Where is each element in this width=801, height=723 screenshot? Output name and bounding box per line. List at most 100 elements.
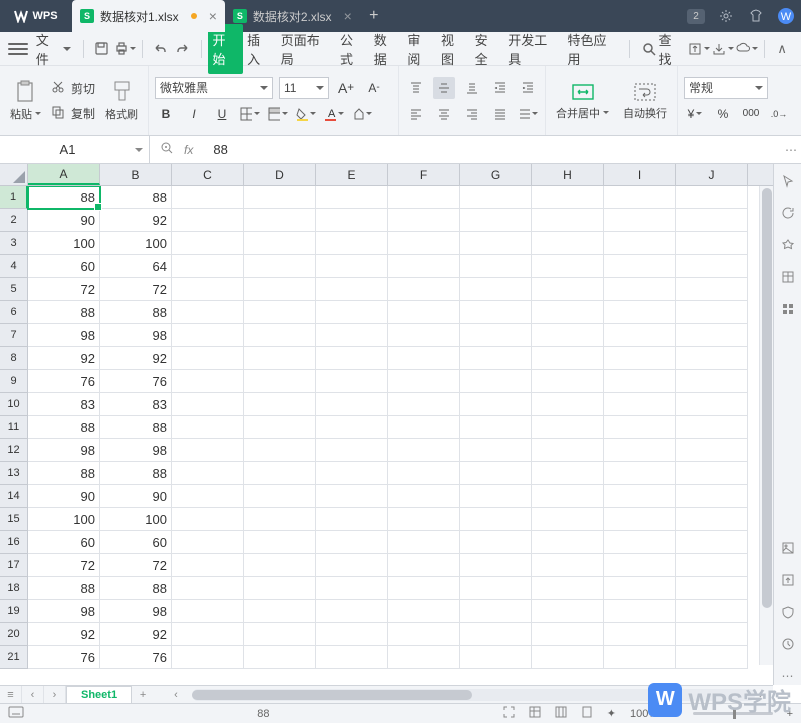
cell[interactable] — [604, 531, 676, 554]
badge-count[interactable]: 2 — [681, 0, 711, 32]
cell[interactable] — [316, 439, 388, 462]
cell[interactable] — [532, 278, 604, 301]
cell[interactable] — [388, 485, 460, 508]
cell[interactable]: 76 — [28, 646, 100, 669]
cell[interactable] — [244, 577, 316, 600]
zoom-slider[interactable] — [693, 712, 773, 715]
cell[interactable]: 100 — [100, 232, 172, 255]
column-header[interactable]: J — [676, 164, 748, 185]
more-icon[interactable]: ⋯ — [779, 667, 797, 685]
cell[interactable] — [172, 554, 244, 577]
cell[interactable] — [676, 646, 748, 669]
view-normal-icon[interactable] — [529, 706, 541, 721]
cell[interactable] — [532, 600, 604, 623]
column-header[interactable]: D — [244, 164, 316, 185]
fullscreen-icon[interactable] — [503, 706, 515, 721]
cell[interactable] — [532, 554, 604, 577]
cell[interactable] — [172, 485, 244, 508]
export-icon[interactable] — [712, 38, 734, 60]
cell[interactable]: 88 — [100, 462, 172, 485]
cell[interactable] — [172, 255, 244, 278]
cell[interactable] — [460, 623, 532, 646]
cell[interactable]: 98 — [100, 324, 172, 347]
cell[interactable] — [532, 324, 604, 347]
cell[interactable] — [316, 554, 388, 577]
cell[interactable] — [676, 554, 748, 577]
paste-button[interactable]: 粘贴 — [6, 80, 45, 122]
add-sheet-button[interactable]: + — [132, 686, 154, 703]
row-header[interactable]: 2 — [0, 209, 28, 232]
cell[interactable]: 90 — [100, 485, 172, 508]
min-ribbon-icon[interactable]: ∧ — [771, 38, 793, 60]
cell[interactable] — [316, 646, 388, 669]
currency-icon[interactable]: ¥ — [684, 103, 706, 125]
column-header[interactable]: C — [172, 164, 244, 185]
cell[interactable] — [676, 232, 748, 255]
cell[interactable] — [244, 623, 316, 646]
cell[interactable] — [172, 577, 244, 600]
cell[interactable]: 76 — [100, 370, 172, 393]
row-header[interactable]: 11 — [0, 416, 28, 439]
cell[interactable] — [676, 209, 748, 232]
tab-close-icon[interactable]: × — [344, 8, 352, 24]
cell[interactable] — [604, 232, 676, 255]
cell[interactable] — [388, 347, 460, 370]
row-header[interactable]: 19 — [0, 600, 28, 623]
cell[interactable] — [172, 347, 244, 370]
cell[interactable]: 76 — [28, 370, 100, 393]
cell[interactable] — [532, 209, 604, 232]
doc-tab-1[interactable]: S 数据核对1.xlsx × — [72, 0, 225, 32]
cell[interactable] — [316, 485, 388, 508]
cell[interactable] — [532, 232, 604, 255]
cell[interactable] — [676, 186, 748, 209]
cell[interactable] — [172, 186, 244, 209]
cell[interactable] — [604, 209, 676, 232]
column-header[interactable]: G — [460, 164, 532, 185]
cell[interactable] — [604, 485, 676, 508]
justify-icon[interactable] — [489, 103, 511, 125]
cell[interactable]: 88 — [28, 416, 100, 439]
cell[interactable]: 92 — [100, 623, 172, 646]
font-name-select[interactable]: 微软雅黑 — [155, 77, 273, 99]
cell[interactable] — [244, 554, 316, 577]
cell[interactable] — [676, 508, 748, 531]
cell[interactable] — [532, 255, 604, 278]
cell[interactable] — [604, 508, 676, 531]
cell[interactable] — [604, 255, 676, 278]
cell[interactable] — [316, 255, 388, 278]
cell[interactable] — [316, 209, 388, 232]
cell[interactable]: 92 — [28, 347, 100, 370]
cell[interactable] — [676, 255, 748, 278]
cell[interactable] — [388, 278, 460, 301]
redo-icon[interactable] — [173, 38, 195, 60]
cell[interactable] — [244, 439, 316, 462]
cell[interactable] — [172, 232, 244, 255]
cell[interactable] — [244, 508, 316, 531]
cell[interactable]: 88 — [100, 186, 172, 209]
horizontal-scrollbar[interactable] — [192, 689, 755, 701]
column-header[interactable]: I — [604, 164, 676, 185]
zoom-icon[interactable] — [160, 141, 174, 158]
search-button[interactable]: 查找 — [642, 30, 685, 68]
cell[interactable] — [316, 232, 388, 255]
cell[interactable] — [604, 462, 676, 485]
cell[interactable] — [460, 370, 532, 393]
cell[interactable] — [244, 324, 316, 347]
shield-icon[interactable] — [779, 603, 797, 621]
tab-close-icon[interactable]: × — [209, 8, 217, 24]
cell[interactable] — [676, 347, 748, 370]
cell[interactable] — [244, 278, 316, 301]
cell[interactable]: 72 — [100, 278, 172, 301]
row-header[interactable]: 21 — [0, 646, 28, 669]
cell[interactable] — [460, 577, 532, 600]
cell[interactable] — [532, 416, 604, 439]
apps-icon[interactable] — [779, 300, 797, 318]
cell[interactable] — [244, 301, 316, 324]
cell[interactable] — [532, 301, 604, 324]
cell[interactable] — [532, 531, 604, 554]
hscroll-right-icon[interactable]: › — [759, 689, 773, 701]
cursor-icon[interactable] — [779, 172, 797, 190]
underline-icon[interactable]: U — [211, 103, 233, 125]
cell[interactable] — [316, 600, 388, 623]
cell[interactable] — [388, 646, 460, 669]
